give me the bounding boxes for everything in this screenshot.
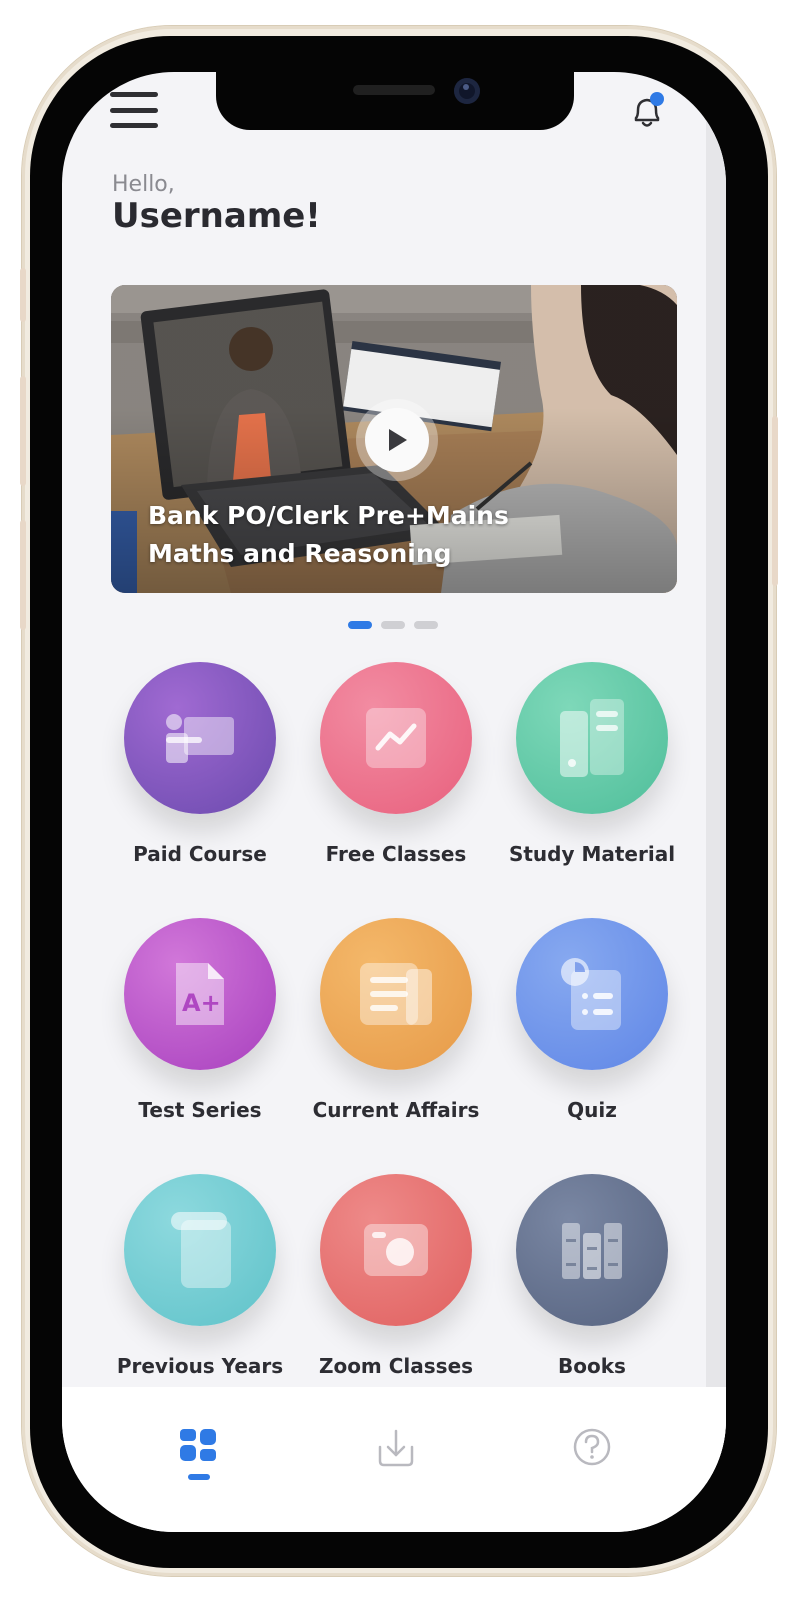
banner-title: Bank PO/Clerk Pre+Mains Maths and Reason… xyxy=(148,497,568,573)
category-label: Paid Course xyxy=(133,842,267,866)
app-screen: Hello, Username! Bank PO/Clerk Pre+Mains… xyxy=(62,72,726,1532)
category-label: Books xyxy=(558,1354,626,1378)
quiz-icon xyxy=(561,958,621,1030)
category-label: Quiz xyxy=(567,1098,617,1122)
category-label: Zoom Classes xyxy=(318,1354,474,1378)
nav-dashboard[interactable] xyxy=(168,1417,228,1477)
study-material-icon-circle xyxy=(516,662,668,814)
classroom-icon xyxy=(166,714,234,763)
category-current-affairs[interactable]: Current Affairs xyxy=(298,918,494,1150)
documents-icon xyxy=(560,699,624,777)
category-label: Previous Years xyxy=(116,1354,284,1378)
books-icon-circle xyxy=(516,1174,668,1326)
power-button xyxy=(772,416,778,586)
banner-title-line2: Maths and Reasoning xyxy=(148,539,452,568)
category-paid-course[interactable]: Paid Course xyxy=(102,662,298,894)
front-camera xyxy=(454,78,480,104)
paid-course-icon-circle xyxy=(124,662,276,814)
help-icon xyxy=(573,1428,611,1466)
category-label: Test Series xyxy=(138,1098,262,1122)
mute-switch xyxy=(20,268,26,322)
free-classes-icon-circle xyxy=(320,662,472,814)
test-series-icon-circle: A+ xyxy=(124,918,276,1070)
chart-icon xyxy=(366,708,426,768)
current-affairs-icon-circle xyxy=(320,918,472,1070)
notification-bell-icon[interactable] xyxy=(628,90,668,132)
speaker-grill xyxy=(353,85,435,95)
category-label: Study Material xyxy=(508,842,676,866)
dashboard-icon xyxy=(180,1429,216,1461)
category-label: Free Classes xyxy=(325,842,467,866)
notch xyxy=(216,72,574,130)
camera-icon xyxy=(364,1224,428,1276)
featured-course-banner[interactable]: Bank PO/Clerk Pre+Mains Maths and Reason… xyxy=(111,285,677,593)
category-test-series[interactable]: A+ Test Series xyxy=(102,918,298,1150)
carousel-dot[interactable] xyxy=(381,621,405,629)
carousel-dot[interactable] xyxy=(414,621,438,629)
svg-text:A+: A+ xyxy=(182,989,221,1017)
play-button[interactable] xyxy=(356,399,438,481)
zoom-classes-icon-circle xyxy=(320,1174,472,1326)
category-free-classes[interactable]: Free Classes xyxy=(298,662,494,894)
previous-years-icon-circle xyxy=(124,1174,276,1326)
notification-badge xyxy=(650,92,664,106)
grade-icon: A+ xyxy=(176,963,224,1025)
paper-icon xyxy=(171,1212,231,1288)
banner-title-line1: Bank PO/Clerk Pre+Mains xyxy=(148,501,509,530)
books-icon xyxy=(562,1223,622,1279)
carousel-indicator xyxy=(348,621,438,629)
volume-up-button xyxy=(20,376,26,486)
screen-edge xyxy=(706,72,726,1532)
quiz-icon-circle xyxy=(516,918,668,1070)
nav-active-indicator xyxy=(188,1474,210,1480)
category-books[interactable]: Books xyxy=(494,1174,690,1406)
category-quiz[interactable]: Quiz xyxy=(494,918,690,1150)
newspaper-icon xyxy=(360,963,432,1025)
volume-down-button xyxy=(20,520,26,630)
category-label: Current Affairs xyxy=(312,1098,480,1122)
category-previous-years[interactable]: Previous Years xyxy=(102,1174,298,1406)
username-heading: Username! xyxy=(112,196,321,236)
download-icon xyxy=(378,1429,414,1467)
menu-icon[interactable] xyxy=(110,92,158,128)
carousel-dot-active[interactable] xyxy=(348,621,372,629)
nav-help[interactable] xyxy=(562,1417,622,1477)
category-zoom-classes[interactable]: Zoom Classes xyxy=(298,1174,494,1406)
nav-downloads[interactable] xyxy=(366,1417,426,1477)
greeting-label: Hello, xyxy=(112,172,175,197)
play-icon xyxy=(389,429,407,451)
bottom-nav xyxy=(62,1387,726,1532)
category-study-material[interactable]: Study Material xyxy=(494,662,690,894)
